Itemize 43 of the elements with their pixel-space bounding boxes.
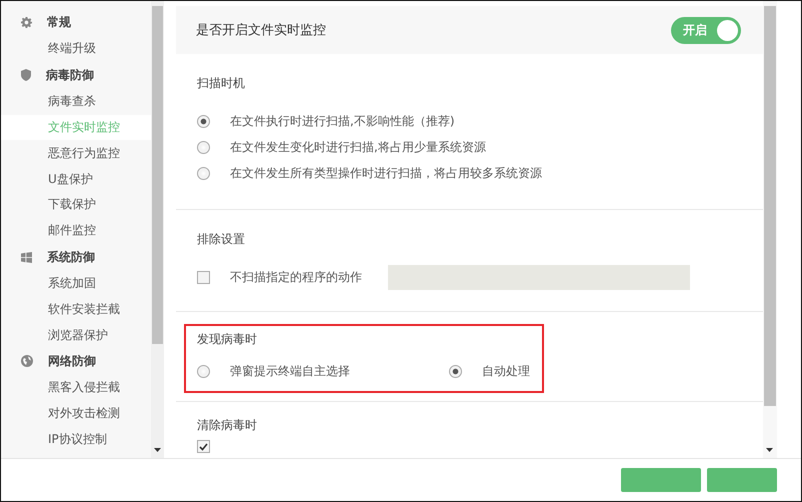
sidebar-item[interactable]: 恶意行为监控 [1,140,151,166]
section-title: 清除病毒时 [197,416,258,434]
sidebar-item[interactable]: 邮件监控 [1,218,151,244]
radio-button[interactable] [449,365,462,378]
section-title: 扫描时机 [197,74,246,92]
option-label: 弹窗提示终端自主选择 [230,363,350,380]
group-title: 常规 [47,14,71,31]
checkbox[interactable] [197,440,210,453]
section-title: 排除设置 [197,230,246,248]
radio-button[interactable] [197,115,210,128]
sidebar-item[interactable]: 黑客入侵拦截 [1,374,151,401]
gear-icon [21,17,32,28]
sidebar-item[interactable]: 对外攻击检测 [1,400,151,427]
check-icon [199,442,208,450]
option-label: 在文件发生变化时进行扫描,将占用少量系统资源 [230,139,486,156]
group-title: 网络防御 [48,352,96,370]
sidebar-item[interactable]: U盘保护 [1,166,151,192]
scrollbar[interactable] [763,1,777,458]
checkbox-label: 不扫描指定的程序的动作 [230,269,362,286]
checkbox[interactable] [197,271,210,284]
sidebar-item[interactable]: 终端升级 [1,36,151,62]
shield-icon [21,69,31,82]
group-title: 病毒防御 [46,66,94,84]
radio-button[interactable] [197,167,210,180]
option-label: 在文件发生所有类型操作时进行扫描，将占用较多系统资源 [230,165,542,182]
sidebar-item[interactable]: 下载保护 [1,192,151,218]
sidebar-item[interactable]: IP协议控制 [1,426,151,452]
scrollbar[interactable] [151,1,164,458]
windows-icon [21,252,32,263]
scroll-down-icon[interactable] [766,448,773,452]
option-label: 自动处理 [482,363,530,380]
setting-label: 是否开启文件实时监控 [196,22,326,39]
sidebar-item[interactable]: 浏览器保护 [1,322,151,348]
sidebar-item[interactable]: 软件安装拦截 [1,296,151,322]
radio-button[interactable] [197,141,210,154]
radio-button[interactable] [197,365,210,378]
section-title: 发现病毒时 [197,330,258,348]
sidebar-item[interactable]: 病毒查杀 [1,88,151,115]
option-label: 在文件执行时进行扫描,不影响性能（推荐) [230,113,454,130]
scroll-down-icon[interactable] [154,448,161,452]
group-title: 系统防御 [47,248,95,266]
sidebar-item[interactable]: 系统加固 [1,270,151,296]
globe-icon [21,355,33,368]
